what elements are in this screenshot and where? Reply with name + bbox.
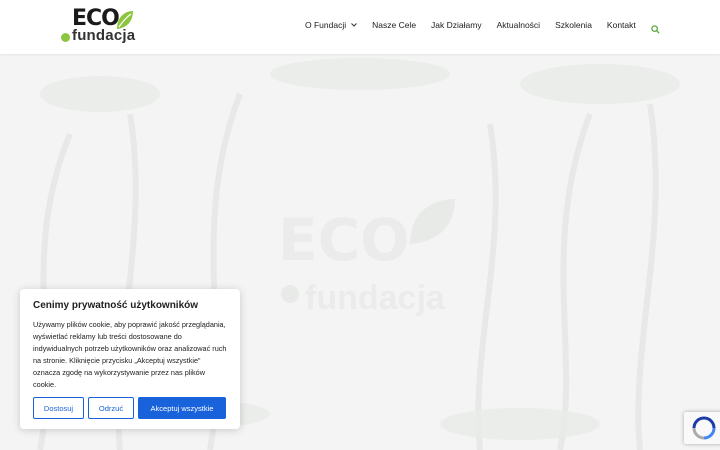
accept-all-button[interactable]: Akceptuj wszystkie xyxy=(138,397,226,419)
site-logo[interactable]: ECO fundacja xyxy=(60,6,140,48)
svg-text:fundacja: fundacja xyxy=(305,279,446,317)
nav-item-o-fundacji[interactable]: O Fundacji xyxy=(305,20,357,30)
nav-item-kontakt[interactable]: Kontakt xyxy=(607,20,636,30)
recaptcha-badge[interactable] xyxy=(684,412,720,444)
nav-item-label: O Fundacji xyxy=(305,20,347,30)
cookie-title: Cenimy prywatność użytkowników xyxy=(33,300,199,311)
search-button[interactable] xyxy=(651,21,660,39)
search-icon xyxy=(651,25,660,34)
nav-item-label: Szkolenia xyxy=(555,20,592,30)
cookie-consent-banner: Cenimy prywatność użytkowników Używamy p… xyxy=(20,289,240,429)
reject-button[interactable]: Odrzuć xyxy=(88,397,134,419)
site-header: ECO fundacja O Fundacji Nasze Cele Jak D… xyxy=(0,0,720,54)
logo-fundacja-text: fundacja xyxy=(72,27,136,44)
nav-item-label: Aktualności xyxy=(496,20,541,30)
cookie-actions: Dostosuj Odrzuć Akceptuj wszystkie xyxy=(33,397,226,419)
nav-item-aktualnosci[interactable]: Aktualności xyxy=(497,20,540,30)
nav-item-label: Jak Działamy xyxy=(431,20,482,30)
logo-dot xyxy=(61,33,70,42)
nav-item-label: Kontakt xyxy=(606,20,636,30)
cookie-description: Używamy plików cookie, aby poprawić jako… xyxy=(33,320,227,389)
svg-text:ECO: ECO xyxy=(278,206,410,274)
nav-item-nasze-cele[interactable]: Nasze Cele xyxy=(372,20,416,30)
main-nav: O Fundacji Nasze Cele Jak Działamy Aktua… xyxy=(305,20,636,30)
nav-item-jak-dzialamy[interactable]: Jak Działamy xyxy=(431,20,482,30)
nav-item-szkolenia[interactable]: Szkolenia xyxy=(555,20,592,30)
customize-button[interactable]: Dostosuj xyxy=(33,397,84,419)
recaptcha-icon xyxy=(692,416,716,440)
chevron-down-icon xyxy=(351,23,357,27)
nav-item-label: Nasze Cele xyxy=(372,20,417,30)
